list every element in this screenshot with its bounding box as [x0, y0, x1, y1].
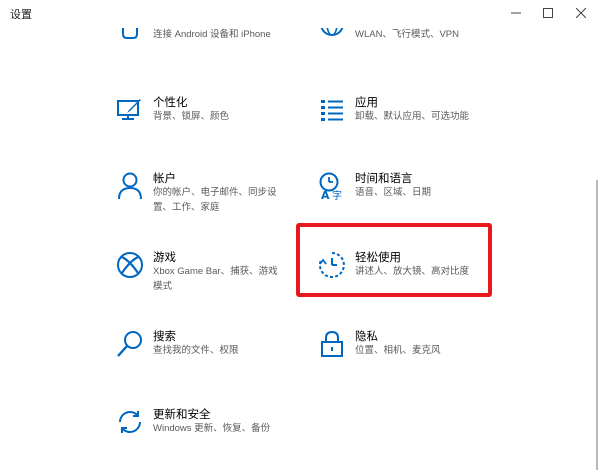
- tile-desc: 位置、相机、麦克风: [355, 345, 441, 356]
- tile-desc: Xbox Game Bar、捕获、游戏模式: [153, 266, 278, 292]
- tile-name: 时间和语言: [355, 173, 413, 185]
- tile-name: 搜索: [153, 331, 176, 343]
- tile-desc: 连接 Android 设备和 iPhone: [153, 29, 271, 40]
- tile-accounts[interactable]: 帐户 你的帐户、电子邮件、同步设置、工作、家庭: [114, 170, 314, 234]
- tile-desc: 你的帐户、电子邮件、同步设置、工作、家庭: [153, 187, 277, 213]
- tile-search[interactable]: 搜索 查找我的文件、权限: [114, 328, 314, 392]
- svg-text:字: 字: [332, 189, 342, 200]
- tile-name: 隐私: [355, 331, 378, 343]
- tile-name: 应用: [355, 97, 378, 109]
- lock-icon: [316, 328, 348, 360]
- tile-desc: Windows 更新、恢复、备份: [153, 423, 271, 434]
- person-icon: [114, 170, 146, 202]
- tile-name: 更新和安全: [153, 409, 211, 421]
- maximize-icon: [543, 8, 553, 18]
- title-bar: 设置: [0, 0, 600, 28]
- tile-desc: 查找我的文件、权限: [153, 345, 239, 356]
- xbox-icon: [114, 249, 146, 281]
- close-button[interactable]: [564, 3, 598, 23]
- tile-name: 游戏: [153, 252, 176, 264]
- maximize-button[interactable]: [531, 3, 565, 23]
- tile-desc: 背景、锁屏、颜色: [153, 111, 230, 122]
- svg-text:A: A: [321, 189, 330, 200]
- tile-phone[interactable]: 连接 Android 设备和 iPhone: [114, 16, 314, 47]
- search-icon: [114, 328, 146, 360]
- minimize-icon: [511, 8, 521, 18]
- scrollbar[interactable]: [596, 180, 598, 470]
- tile-update-security[interactable]: 更新和安全 Windows 更新、恢复、备份: [114, 406, 314, 470]
- tile-desc: 卸载、默认应用、可选功能: [355, 111, 470, 122]
- tile-personalization[interactable]: 个性化 背景、锁屏、颜色: [114, 94, 314, 158]
- tile-desc: 语音、区域、日期: [355, 187, 432, 198]
- minimize-button[interactable]: [499, 3, 533, 23]
- tile-apps[interactable]: 应用 卸载、默认应用、可选功能: [316, 94, 516, 158]
- tile-name: 个性化: [153, 97, 188, 109]
- settings-content: 连接 Android 设备和 iPhone WLAN、飞行模式、VPN 个性化 …: [0, 0, 600, 474]
- paint-monitor-icon: [114, 94, 146, 126]
- app-list-icon: [316, 94, 348, 126]
- tile-name: 帐户: [153, 173, 176, 185]
- time-language-icon: A 字: [316, 170, 348, 202]
- tile-gaming[interactable]: 游戏 Xbox Game Bar、捕获、游戏模式: [114, 249, 314, 313]
- sync-icon: [114, 406, 146, 438]
- tile-desc: WLAN、飞行模式、VPN: [355, 29, 459, 40]
- window-title: 设置: [10, 9, 32, 21]
- highlight-box: [296, 223, 492, 297]
- tile-privacy[interactable]: 隐私 位置、相机、麦克风: [316, 328, 516, 392]
- close-icon: [576, 8, 586, 18]
- tile-network[interactable]: WLAN、飞行模式、VPN: [316, 14, 516, 47]
